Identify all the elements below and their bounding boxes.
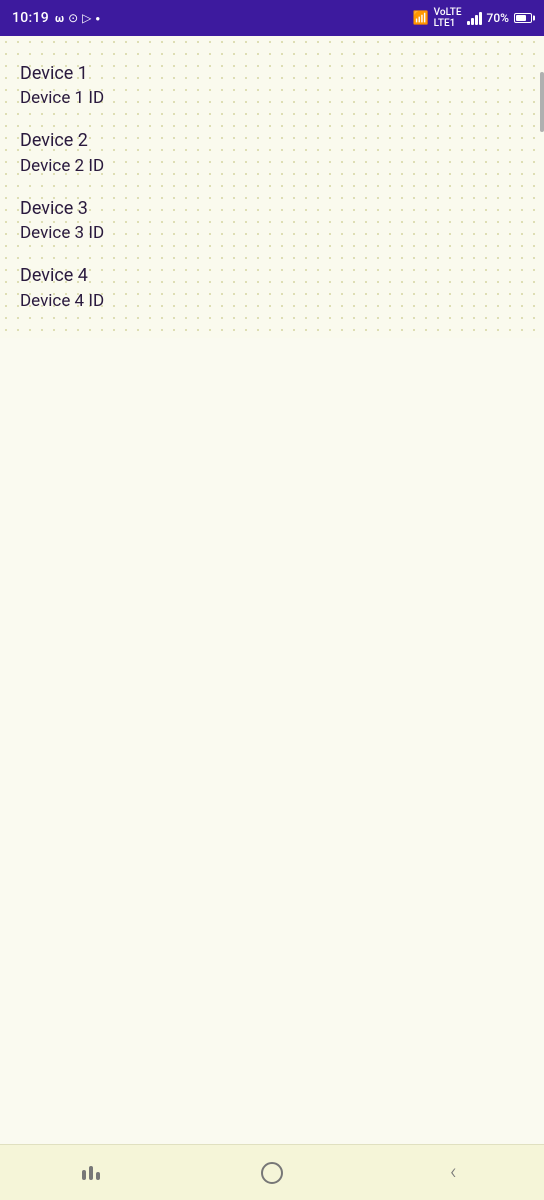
- device-name-2: Device 2: [20, 129, 524, 152]
- device-item-3[interactable]: Device 3Device 3 ID: [20, 187, 524, 254]
- content-wrapper: Device 1Device 1 IDDevice 2Device 2 IDDe…: [0, 36, 544, 1144]
- device-list: Device 1Device 1 IDDevice 2Device 2 IDDe…: [20, 52, 524, 322]
- scroll-indicator[interactable]: [540, 72, 544, 132]
- status-bar-right: 📶 VoLTELTE1 70%: [412, 7, 532, 29]
- dot-indicator: ●: [95, 14, 100, 23]
- battery-icon: [514, 13, 532, 23]
- device-name-3: Device 3: [20, 197, 524, 220]
- status-time: 10:19: [12, 10, 49, 26]
- wifi-icon: 📶: [412, 11, 428, 26]
- device-item-1[interactable]: Device 1Device 1 ID: [20, 52, 524, 119]
- nav-bar: ‹: [0, 1144, 544, 1200]
- device-id-2: Device 2 ID: [20, 155, 524, 177]
- device-item-4[interactable]: Device 4 Device 4 ID: [20, 254, 524, 321]
- lg-icon: ω: [55, 12, 64, 25]
- recents-icon: [82, 1166, 100, 1180]
- home-icon: [261, 1162, 283, 1184]
- status-bar-left: 10:19 ω ⊙ ▷ ●: [12, 10, 100, 26]
- device-id-3: Device 3 ID: [20, 222, 524, 244]
- device-id-4: Device 4 ID: [20, 290, 524, 312]
- battery-percentage: 70%: [487, 11, 509, 25]
- device-name-1: Device 1: [20, 62, 524, 85]
- back-button[interactable]: ‹: [423, 1153, 483, 1193]
- status-bar: 10:19 ω ⊙ ▷ ● 📶 VoLTELTE1 70%: [0, 0, 544, 36]
- home-button[interactable]: [242, 1153, 302, 1193]
- signal-label: VoLTELTE1: [434, 7, 462, 29]
- recents-button[interactable]: [61, 1153, 121, 1193]
- status-icons: ω ⊙ ▷ ●: [55, 11, 100, 25]
- play-icon: ▷: [82, 11, 91, 25]
- back-icon: ‹: [450, 1160, 457, 1185]
- main-content: Device 1Device 1 IDDevice 2Device 2 IDDe…: [0, 36, 544, 338]
- device-name-4: Device 4: [20, 264, 524, 287]
- device-item-2[interactable]: Device 2 Device 2 ID: [20, 119, 524, 186]
- device-id-1: Device 1 ID: [20, 87, 524, 109]
- signal-bars: [467, 11, 482, 25]
- screen-record-icon: ⊙: [68, 11, 78, 25]
